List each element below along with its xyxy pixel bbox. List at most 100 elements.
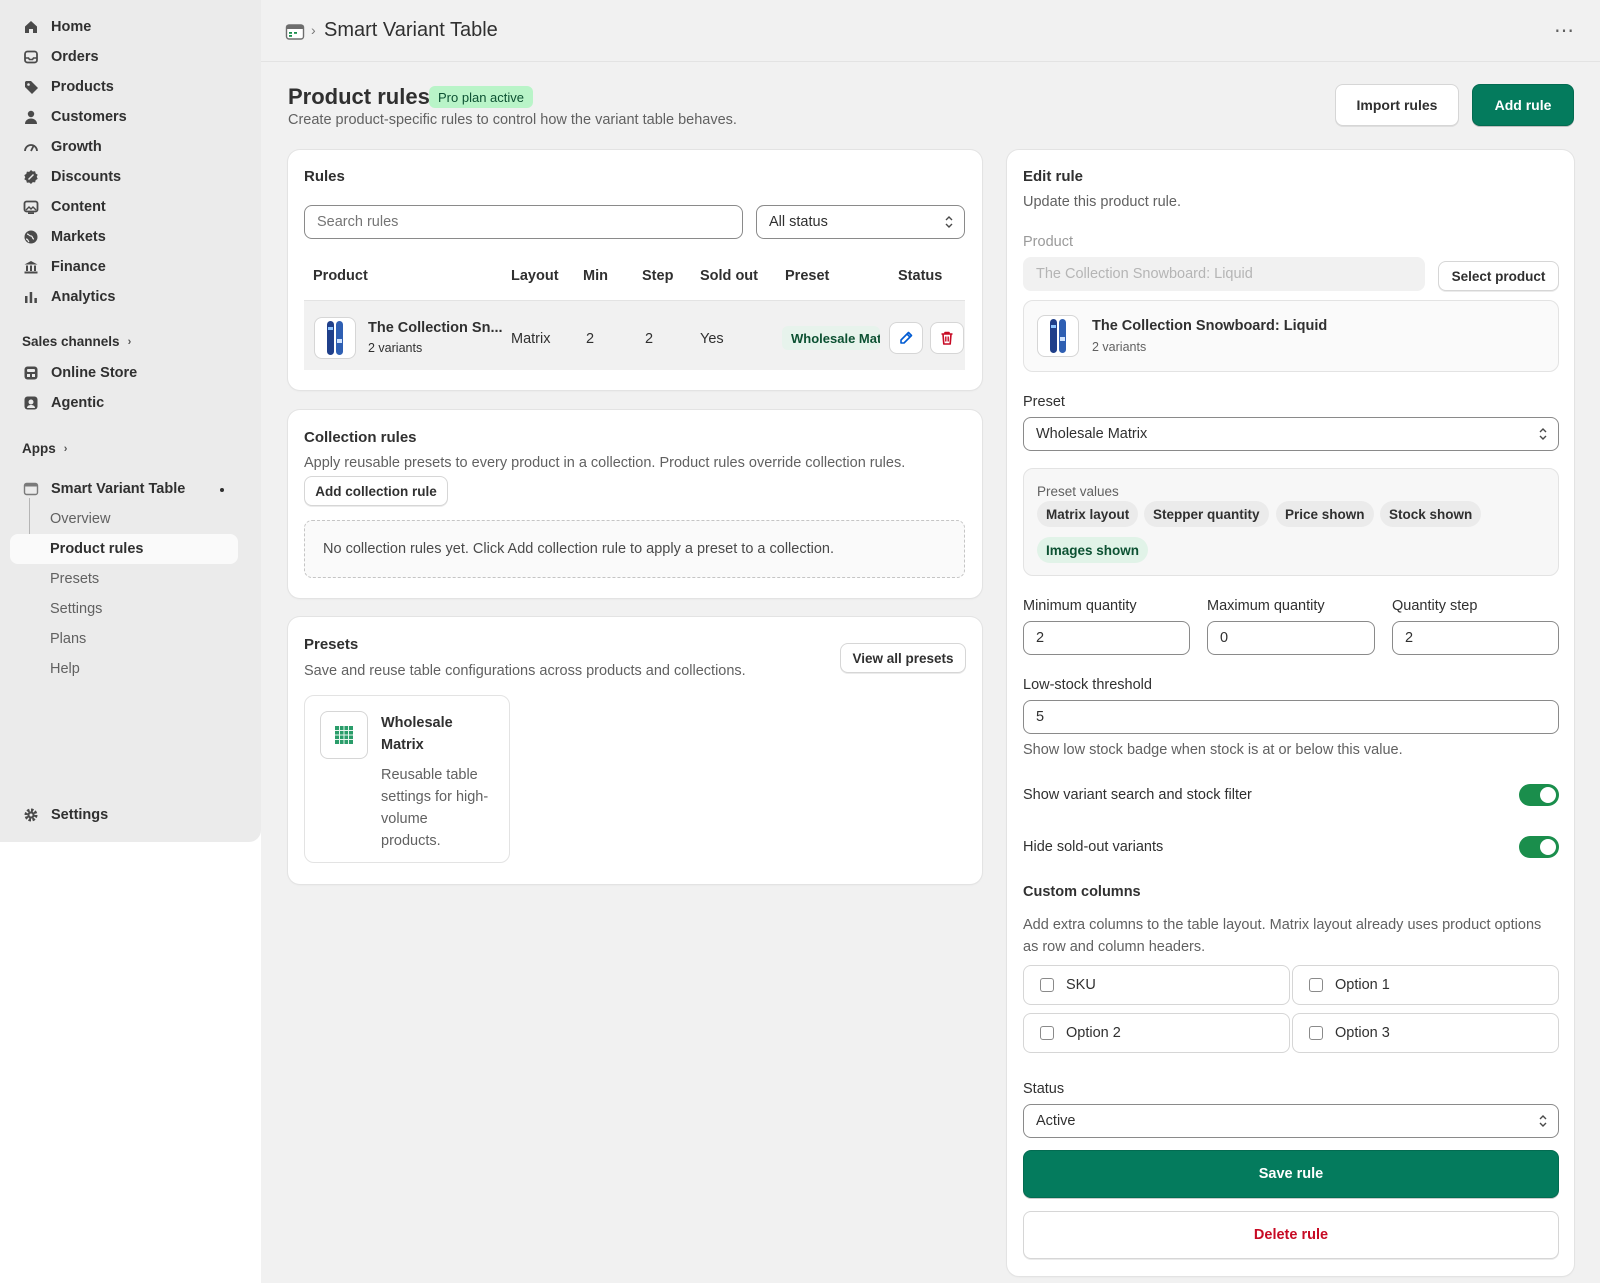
column-checkbox-sku[interactable]: SKU	[1023, 965, 1290, 1005]
nav-orders-label: Orders	[51, 49, 99, 65]
column-header-sold-out: Sold out	[700, 268, 758, 284]
delete-rule-icon-button[interactable]	[930, 322, 964, 354]
apps-heading[interactable]: Apps ›	[22, 441, 67, 456]
row-preset-badge: Wholesale Matrix	[782, 326, 880, 350]
column-option-1-label: Option 1	[1335, 977, 1390, 993]
page-title: Product rules	[288, 84, 430, 109]
add-rule-button[interactable]: Add rule	[1472, 84, 1574, 126]
sub-plans[interactable]: Plans	[10, 624, 238, 654]
column-checkbox-option-2[interactable]: Option 2	[1023, 1013, 1290, 1053]
selected-product-variants: 2 variants	[1092, 340, 1147, 354]
search-rules-input[interactable]	[304, 205, 743, 239]
nav-online-store[interactable]: Online Store	[10, 358, 238, 388]
edit-rule-subtitle: Update this product rule.	[1023, 194, 1181, 210]
checkbox-icon[interactable]	[1040, 1026, 1054, 1040]
sub-help[interactable]: Help	[10, 654, 238, 684]
column-header-product: Product	[313, 268, 368, 284]
custom-columns-description: Add extra columns to the table layout. M…	[1023, 917, 1542, 955]
plan-badge: Pro plan active	[429, 86, 533, 108]
delete-rule-button[interactable]: Delete rule	[1023, 1211, 1559, 1259]
select-product-button[interactable]: Select product	[1438, 261, 1559, 291]
nav-growth[interactable]: Growth	[10, 132, 238, 162]
nav-home[interactable]: Home	[10, 12, 238, 42]
column-header-status: Status	[898, 268, 943, 284]
preset-card-wholesale-matrix[interactable]: Wholesale Matrix Reusable table settings…	[304, 695, 510, 863]
checkbox-icon[interactable]	[1309, 1026, 1323, 1040]
image-icon	[22, 199, 39, 216]
nav-products[interactable]: Products	[10, 72, 238, 102]
nav-agentic-label: Agentic	[51, 395, 105, 411]
checkbox-icon[interactable]	[1309, 978, 1323, 992]
quantity-step-input[interactable]	[1392, 621, 1559, 655]
collection-rules-description: Apply reusable presets to every product …	[304, 455, 906, 471]
view-all-presets-button[interactable]: View all presets	[840, 643, 966, 673]
nav-smart-variant-table[interactable]: Smart Variant Table	[10, 474, 238, 504]
row-product-name[interactable]: The Collection Sn...	[368, 320, 503, 336]
column-header-min: Min	[583, 268, 608, 284]
low-stock-label: Low-stock threshold	[1023, 677, 1152, 693]
chevron-right-icon: ›	[63, 442, 68, 455]
import-rules-button[interactable]: Import rules	[1335, 84, 1459, 126]
select-arrows-icon	[945, 216, 953, 228]
low-stock-input[interactable]	[1023, 700, 1559, 734]
app-topbar: › Smart Variant Table ⋯	[261, 0, 1600, 62]
nav-markets[interactable]: Markets	[10, 222, 238, 252]
rules-title: Rules	[304, 168, 345, 185]
tag-stepper-quantity: Stepper quantity	[1144, 501, 1269, 527]
row-step: 2	[645, 331, 654, 347]
row-layout: Matrix	[511, 331, 551, 347]
max-quantity-label: Maximum quantity	[1207, 598, 1325, 614]
max-quantity-input[interactable]	[1207, 621, 1375, 655]
column-checkbox-option-1[interactable]: Option 1	[1292, 965, 1559, 1005]
preset-values-label: Preset values	[1037, 484, 1119, 499]
sales-channels-heading[interactable]: Sales channels ›	[22, 334, 131, 349]
store-icon	[22, 365, 39, 382]
gear-icon	[22, 807, 39, 824]
discount-icon	[22, 169, 39, 186]
edit-rule-title: Edit rule	[1023, 168, 1084, 185]
sub-presets[interactable]: Presets	[10, 564, 238, 594]
toggle-variant-search[interactable]	[1519, 784, 1559, 806]
nav-finance[interactable]: Finance	[10, 252, 238, 282]
presets-description: Save and reuse table configurations acro…	[304, 663, 746, 679]
inbox-icon	[22, 49, 39, 66]
status-label: Status	[1023, 1081, 1065, 1097]
preset-select-value: Wholesale Matrix	[1036, 426, 1148, 442]
nav-customers[interactable]: Customers	[10, 102, 238, 132]
checkbox-icon[interactable]	[1040, 978, 1054, 992]
app-table-icon[interactable]	[285, 22, 305, 42]
nav-orders[interactable]: Orders	[10, 42, 238, 72]
toggle-hide-sold-out[interactable]	[1519, 836, 1559, 858]
status-filter-select[interactable]: All status	[756, 205, 965, 239]
toggle-hide-sold-out-label: Hide sold-out variants	[1023, 839, 1164, 855]
nav-analytics[interactable]: Analytics	[10, 282, 238, 312]
nav-discounts[interactable]: Discounts	[10, 162, 238, 192]
more-actions-icon[interactable]: ⋯	[1554, 18, 1575, 43]
column-sku-label: SKU	[1066, 977, 1096, 993]
add-collection-rule-button[interactable]: Add collection rule	[304, 476, 448, 506]
min-quantity-label: Minimum quantity	[1023, 598, 1137, 614]
nav-settings[interactable]: Settings	[10, 800, 238, 830]
selected-product-thumbnail	[1037, 315, 1079, 357]
status-filter-value: All status	[769, 214, 828, 230]
row-sold-out: Yes	[700, 331, 724, 347]
nav-smart-variant-table-label: Smart Variant Table	[51, 481, 186, 497]
nav-content[interactable]: Content	[10, 192, 238, 222]
chevron-right-icon: ›	[127, 335, 132, 348]
sub-product-rules[interactable]: Product rules	[10, 534, 238, 564]
nav-markets-label: Markets	[51, 229, 106, 245]
sub-overview[interactable]: Overview	[10, 504, 238, 534]
tag-icon	[22, 79, 39, 96]
column-checkbox-option-3[interactable]: Option 3	[1292, 1013, 1559, 1053]
nav-agentic[interactable]: Agentic	[10, 388, 238, 418]
min-quantity-input[interactable]	[1023, 621, 1190, 655]
preset-select[interactable]: Wholesale Matrix	[1023, 417, 1559, 451]
status-select[interactable]: Active	[1023, 1104, 1559, 1138]
nav-content-label: Content	[51, 199, 106, 215]
save-rule-button[interactable]: Save rule	[1023, 1150, 1559, 1198]
collection-rules-empty-state: No collection rules yet. Click Add colle…	[304, 520, 965, 578]
nav-growth-label: Growth	[51, 139, 102, 155]
edit-rule-button[interactable]	[889, 322, 923, 354]
sub-settings[interactable]: Settings	[10, 594, 238, 624]
bar-chart-icon	[22, 289, 39, 306]
